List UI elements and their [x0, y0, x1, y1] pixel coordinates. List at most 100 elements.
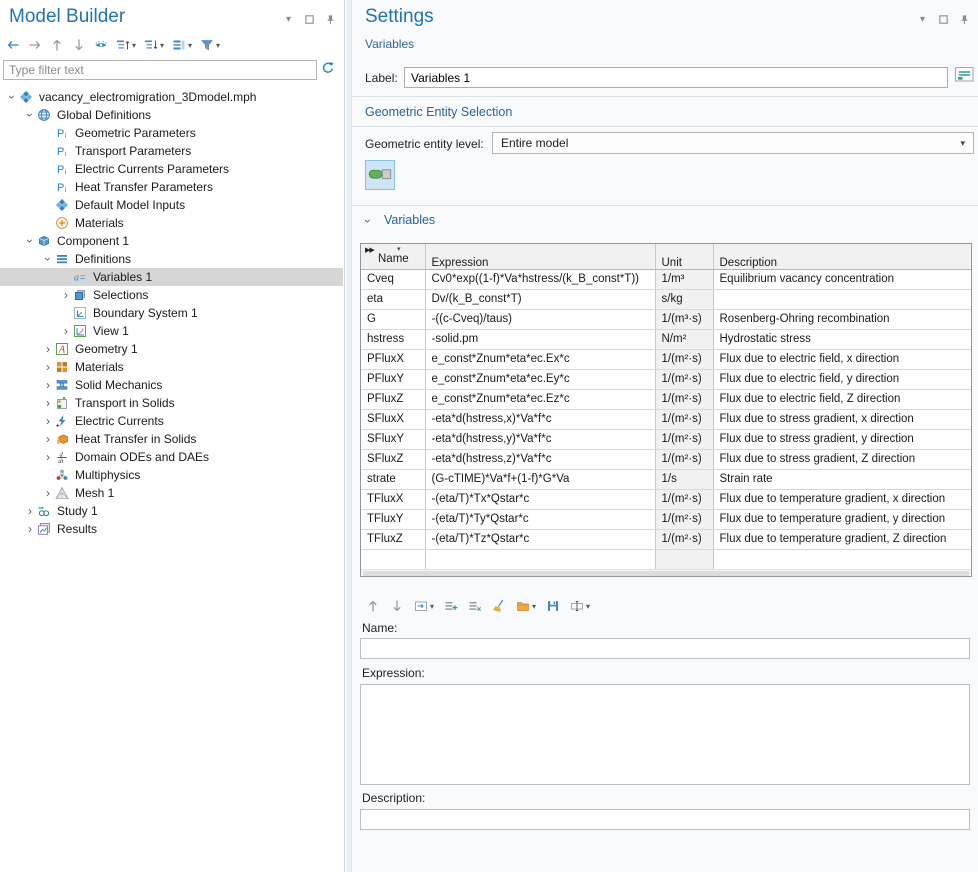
variable-cell-name[interactable]: PFluxY — [361, 369, 425, 389]
variable-cell-unit[interactable]: 1/m³ — [655, 269, 713, 289]
dropdown-caret-icon[interactable]: ▾ — [188, 41, 192, 50]
label-input[interactable] — [404, 67, 948, 88]
move-to-button[interactable]: ▾ — [413, 597, 434, 615]
tree-item[interactable]: PiGeometric Parameters — [0, 124, 343, 142]
variable-cell-expression[interactable]: -eta*d(hstress,x)*Va*f*c — [425, 409, 655, 429]
variable-row[interactable]: G-((c-Cveq)/taus)1/(m³·s)Rosenberg-Ohrin… — [361, 309, 971, 329]
tree-item[interactable]: ›Global Definitions — [0, 106, 343, 124]
variable-row[interactable]: SFluxZ-eta*d(hstress,z)*Va*f*c1/(m²·s)Fl… — [361, 449, 971, 469]
variable-cell-description[interactable]: Flux due to electric field, y direction — [713, 369, 971, 389]
collapsed-chevron-icon[interactable]: › — [60, 325, 72, 337]
dropdown-caret-icon[interactable]: ▾ — [132, 41, 136, 50]
variable-cell-expression[interactable]: -eta*d(hstress,z)*Va*f*c — [425, 449, 655, 469]
variable-cell-unit[interactable] — [655, 549, 713, 569]
variable-cell-name[interactable]: TFluxZ — [361, 529, 425, 549]
variable-row[interactable]: TFluxX-(eta/T)*Tx*Qstar*c1/(m²·s)Flux du… — [361, 489, 971, 509]
variable-cell-expression[interactable]: e_const*Znum*eta*ec.Ex*c — [425, 349, 655, 369]
variable-cell-unit[interactable]: 1/(m³·s) — [655, 309, 713, 329]
variable-cell-unit[interactable]: 1/(m²·s) — [655, 529, 713, 549]
expanded-chevron-icon[interactable]: › — [42, 253, 54, 265]
variable-cell-expression[interactable]: (G-cTIME)*Va*f+(1-f)*G*Va — [425, 469, 655, 489]
tree-item[interactable]: a=Variables 1 — [0, 268, 343, 286]
collapsed-chevron-icon[interactable]: › — [42, 397, 54, 409]
expand-all-button[interactable]: ▾ — [115, 36, 136, 54]
variable-cell-expression[interactable]: e_const*Znum*eta*ec.Ey*c — [425, 369, 655, 389]
variable-row[interactable] — [361, 549, 971, 569]
variable-cell-description[interactable] — [713, 549, 971, 569]
scrollbar-thumb[interactable] — [363, 571, 969, 576]
variable-cell-expression[interactable]: e_const*Znum*eta*ec.Ez*c — [425, 389, 655, 409]
variable-cell-expression[interactable]: Cv0*exp((1-f)*Va*hstress/(k_B_const*T)) — [425, 269, 655, 289]
expression-field-input[interactable] — [360, 684, 970, 785]
variable-cell-description[interactable]: Flux due to temperature gradient, Z dire… — [713, 529, 971, 549]
tree-item[interactable]: ›View 1 — [0, 322, 343, 340]
variable-cell-expression[interactable]: -(eta/T)*Ty*Qstar*c — [425, 509, 655, 529]
variable-cell-unit[interactable]: 1/(m²·s) — [655, 409, 713, 429]
pin-icon[interactable] — [958, 13, 971, 26]
tree-item[interactable]: Boundary System 1 — [0, 304, 343, 322]
expanded-chevron-icon[interactable]: › — [6, 91, 18, 103]
variable-cell-description[interactable]: Equilibrium vacancy concentration — [713, 269, 971, 289]
collapsed-chevron-icon[interactable]: › — [42, 415, 54, 427]
variable-cell-name[interactable]: SFluxX — [361, 409, 425, 429]
tree-item[interactable]: ›Selections — [0, 286, 343, 304]
variable-cell-expression[interactable]: -eta*d(hstress,y)*Va*f*c — [425, 429, 655, 449]
variable-cell-name[interactable]: SFluxY — [361, 429, 425, 449]
variable-row[interactable]: etaDv/(k_B_const*T)s/kg — [361, 289, 971, 309]
variable-cell-unit[interactable]: N/m² — [655, 329, 713, 349]
variable-cell-name[interactable]: hstress — [361, 329, 425, 349]
rename-button[interactable]: ▾ — [569, 597, 590, 615]
collapse-all-button[interactable]: ▾ — [143, 36, 164, 54]
tree-item[interactable]: ›Transport in Solids — [0, 394, 343, 412]
collapsed-chevron-icon[interactable]: › — [24, 505, 36, 517]
variable-row[interactable]: SFluxX-eta*d(hstress,x)*Va*f*c1/(m²·s)Fl… — [361, 409, 971, 429]
variable-row[interactable]: TFluxZ-(eta/T)*Tz*Qstar*c1/(m²·s)Flux du… — [361, 529, 971, 549]
variable-cell-unit[interactable]: 1/(m²·s) — [655, 349, 713, 369]
add-button[interactable] — [443, 597, 458, 615]
tree-item[interactable]: ›Solid Mechanics — [0, 376, 343, 394]
tree-item[interactable]: Materials — [0, 214, 343, 232]
name-field-input[interactable] — [360, 638, 970, 659]
tree-item[interactable]: ›Electric Currents — [0, 412, 343, 430]
collapsed-chevron-icon[interactable]: › — [60, 289, 72, 301]
variable-row[interactable]: PFluxZe_const*Znum*eta*ec.Ez*c1/(m²·s)Fl… — [361, 389, 971, 409]
column-header-unit[interactable]: Unit — [655, 244, 713, 269]
variables-section-chevron-icon[interactable]: › — [361, 219, 375, 223]
variable-cell-expression[interactable]: Dv/(k_B_const*T) — [425, 289, 655, 309]
collapsed-chevron-icon[interactable]: › — [42, 433, 54, 445]
tree-item[interactable]: ›Mesh 1 — [0, 484, 343, 502]
tree-item[interactable]: Multiphysics — [0, 466, 343, 484]
load-file-button[interactable]: ▾ — [515, 597, 536, 615]
tree-item[interactable]: Default Model Inputs — [0, 196, 343, 214]
tree-item[interactable]: ›Materials — [0, 358, 343, 376]
settings-subtitle[interactable]: Variables — [365, 37, 414, 51]
collapsed-chevron-icon[interactable]: › — [42, 451, 54, 463]
variable-cell-description[interactable] — [713, 289, 971, 309]
variable-cell-description[interactable]: Flux due to electric field, Z direction — [713, 389, 971, 409]
variable-cell-description[interactable]: Flux due to stress gradient, y direction — [713, 429, 971, 449]
collapsed-chevron-icon[interactable]: › — [24, 523, 36, 535]
variable-cell-name[interactable]: TFluxX — [361, 489, 425, 509]
variable-cell-unit[interactable]: 1/s — [655, 469, 713, 489]
variable-row[interactable]: PFluxYe_const*Znum*eta*ec.Ey*c1/(m²·s)Fl… — [361, 369, 971, 389]
tree-filter-input[interactable] — [3, 60, 317, 80]
pin-icon[interactable] — [324, 13, 337, 26]
expanded-chevron-icon[interactable]: › — [24, 235, 36, 247]
variable-row[interactable]: TFluxY-(eta/T)*Ty*Qstar*c1/(m²·s)Flux du… — [361, 509, 971, 529]
variable-cell-name[interactable]: Cveq — [361, 269, 425, 289]
filter-button[interactable]: ▾ — [199, 36, 220, 54]
variable-cell-name[interactable]: PFluxZ — [361, 389, 425, 409]
column-header-name[interactable]: ▶▶ ▾ Name — [361, 244, 425, 269]
back-button[interactable] — [5, 36, 20, 54]
variable-cell-unit[interactable]: 1/(m²·s) — [655, 389, 713, 409]
variable-row[interactable]: PFluxXe_const*Znum*eta*ec.Ex*c1/(m²·s)Fl… — [361, 349, 971, 369]
variable-cell-expression[interactable]: -((c-Cveq)/taus) — [425, 309, 655, 329]
column-header-expression[interactable]: Expression — [425, 244, 655, 269]
variable-row[interactable]: hstress-solid.pmN/m²Hydrostatic stress — [361, 329, 971, 349]
variable-row[interactable]: SFluxY-eta*d(hstress,y)*Va*f*c1/(m²·s)Fl… — [361, 429, 971, 449]
clear-button[interactable] — [491, 597, 506, 615]
tree-item[interactable]: ›vacancy_electromigration_3Dmodel.mph — [0, 88, 343, 106]
variable-cell-unit[interactable]: 1/(m²·s) — [655, 489, 713, 509]
move-down-button[interactable] — [389, 597, 404, 615]
float-icon[interactable] — [303, 13, 316, 26]
